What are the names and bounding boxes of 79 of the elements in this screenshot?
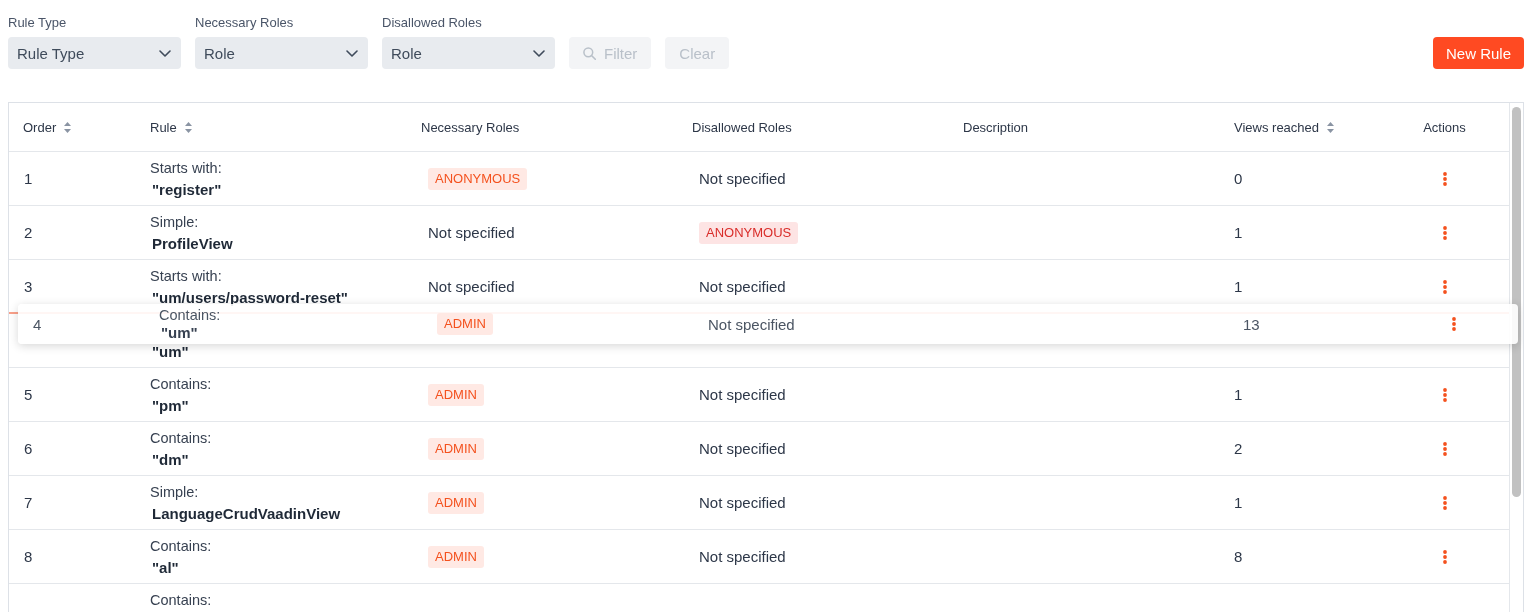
dropdown[interactable]: Role xyxy=(195,37,368,69)
column-header: Views reached xyxy=(1234,119,1320,135)
rule-value-text: LanguageCrudVaadinView xyxy=(151,503,341,524)
rule-type-text: Contains: xyxy=(150,590,212,610)
views-count: 2 xyxy=(1234,440,1243,457)
order-number: 6 xyxy=(24,440,33,457)
order-number: 1 xyxy=(24,170,33,187)
filter-label: Disallowed Roles xyxy=(382,15,483,31)
order-number: 5 xyxy=(24,386,33,403)
rule-value-text: "um" xyxy=(151,341,189,362)
column-header: Necessary Roles xyxy=(421,119,520,135)
order-number: 4 xyxy=(33,315,42,333)
role-badge: ADMIN xyxy=(428,491,484,514)
filter-label: Necessary Roles xyxy=(195,15,295,31)
column-header: Actions xyxy=(1423,119,1466,135)
search-icon xyxy=(583,46,596,60)
dropdown[interactable]: Role xyxy=(382,37,555,69)
rule-type-text: Contains: xyxy=(150,428,212,448)
role-badge: ANONYMOUS xyxy=(428,167,528,190)
views-count: 1 xyxy=(1234,224,1243,241)
role-text: Not specified xyxy=(699,170,786,187)
rule-type-text: Simple: xyxy=(150,482,200,502)
column-header: Disallowed Roles xyxy=(692,119,792,135)
views-count: 13 xyxy=(1243,315,1260,333)
more-icon[interactable] xyxy=(1442,171,1447,186)
rule-value-text: "register" xyxy=(151,179,222,200)
rule-type-text: Contains: xyxy=(150,374,212,394)
scrollbar-thumb[interactable] xyxy=(1512,107,1521,497)
sort-icon[interactable] xyxy=(1327,121,1335,133)
views-count: 1 xyxy=(1234,278,1243,295)
role-badge: ADMIN xyxy=(428,383,484,406)
column-header: Order xyxy=(23,119,57,135)
more-icon[interactable] xyxy=(1442,279,1447,294)
filter-label: Rule Type xyxy=(8,15,68,31)
order-number: 8 xyxy=(24,548,33,565)
role-badge: ADMIN xyxy=(428,545,484,568)
rule-type-text: Simple: xyxy=(150,212,200,232)
order-number: 7 xyxy=(24,494,33,511)
column-header: Description xyxy=(963,119,1029,135)
dragged-row[interactable]: 4 Contains: "um" ADMIN Not specified 13 xyxy=(18,304,1518,344)
rule-value-text: "pm" xyxy=(151,395,190,416)
role-text: Not specified xyxy=(699,494,786,511)
rule-type-text: Contains: xyxy=(150,536,212,556)
more-icon[interactable] xyxy=(1442,225,1447,240)
role-text: Not specified xyxy=(708,315,795,333)
views-count: 0 xyxy=(1234,170,1243,187)
order-number: 2 xyxy=(24,224,33,241)
sort-icon[interactable] xyxy=(64,121,72,133)
rule-value-text: "dm" xyxy=(151,449,190,470)
role-badge: ANONYMOUS xyxy=(699,221,799,244)
role-badge: ADMIN xyxy=(437,313,493,335)
order-number: 3 xyxy=(24,278,33,295)
dropdown[interactable]: Rule Type xyxy=(8,37,181,69)
rule-value-text: "al" xyxy=(151,557,180,578)
column-header: Rule xyxy=(150,119,177,135)
rule-type-text: Starts with: xyxy=(150,266,223,286)
rule-value-text: "um" xyxy=(160,324,199,342)
more-icon[interactable] xyxy=(1451,317,1456,331)
chevron-down-icon xyxy=(346,49,358,57)
chevron-down-icon xyxy=(533,49,545,57)
chevron-down-icon xyxy=(159,49,171,57)
more-icon[interactable] xyxy=(1442,441,1447,456)
rule-value-text: ProfileView xyxy=(151,233,233,254)
views-count: 8 xyxy=(1234,548,1243,565)
more-icon[interactable] xyxy=(1442,549,1447,564)
role-text: Not specified xyxy=(699,440,786,457)
role-text: Not specified xyxy=(699,386,786,403)
sort-icon[interactable] xyxy=(184,121,192,133)
rule-type-text: Contains: xyxy=(159,306,221,324)
more-icon[interactable] xyxy=(1442,495,1447,510)
views-count: 1 xyxy=(1234,386,1243,403)
more-icon[interactable] xyxy=(1442,387,1447,402)
role-text: Not specified xyxy=(428,278,515,295)
role-text: Not specified xyxy=(428,224,515,241)
rule-type-text: Starts with: xyxy=(150,158,222,178)
views-count: 1 xyxy=(1234,494,1243,511)
role-badge: ADMIN xyxy=(428,437,484,460)
role-text: Not specified xyxy=(699,278,786,295)
role-text: Not specified xyxy=(699,548,786,565)
